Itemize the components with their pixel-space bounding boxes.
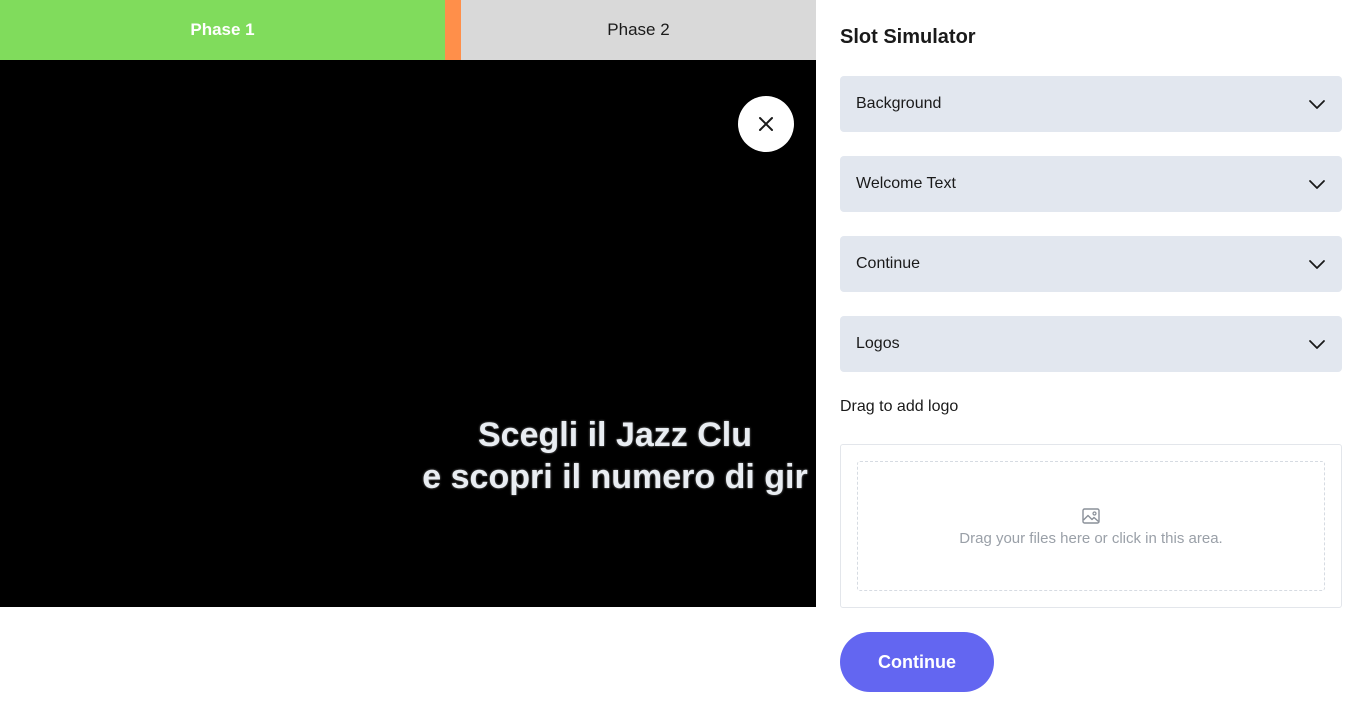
tab-phase-2[interactable]: Phase 2 [461, 0, 816, 60]
tab-phase-1-label: Phase 1 [190, 20, 255, 39]
settings-panel: Slot Simulator Background Welcome Text C… [816, 0, 1366, 716]
accordion-label: Background [856, 95, 942, 112]
close-button[interactable] [738, 96, 794, 152]
chevron-down-icon [1309, 100, 1325, 109]
chevron-down-icon [1309, 340, 1325, 349]
accordion-welcome-text[interactable]: Welcome Text [840, 156, 1342, 212]
accordion-logos[interactable]: Logos [840, 316, 1342, 372]
welcome-line-2: e scopri il numero di gir [422, 458, 808, 496]
upload-container: Drag your files here or click in this ar… [840, 444, 1342, 608]
image-icon [1082, 507, 1100, 524]
chevron-down-icon [1309, 180, 1325, 189]
accordion-continue[interactable]: Continue [840, 236, 1342, 292]
drag-logo-label: Drag to add logo [840, 398, 959, 415]
phase-divider[interactable] [445, 0, 461, 60]
phase-bar: Phase 1 Phase 2 [0, 0, 816, 60]
welcome-line-1: Scegli il Jazz Clu [478, 416, 752, 454]
accordion-label: Continue [856, 255, 921, 272]
file-dropzone[interactable]: Drag your files here or click in this ar… [857, 461, 1325, 591]
dropzone-text: Drag your files here or click in this ar… [959, 529, 1223, 547]
chevron-down-icon [1309, 260, 1325, 269]
panel-title: Slot Simulator [840, 26, 976, 48]
close-icon [759, 117, 773, 131]
accordion-label: Logos [856, 335, 900, 352]
tab-phase-1[interactable]: Phase 1 [0, 0, 445, 60]
accordion-background[interactable]: Background [840, 76, 1342, 132]
welcome-text: Scegli il Jazz Clu e scopri il numero di… [0, 414, 816, 498]
tab-phase-2-label: Phase 2 [607, 20, 670, 39]
slot-preview: Scegli il Jazz Clu e scopri il numero di… [0, 60, 816, 607]
continue-button[interactable]: Continue [840, 632, 994, 692]
accordion-label: Welcome Text [856, 175, 956, 192]
